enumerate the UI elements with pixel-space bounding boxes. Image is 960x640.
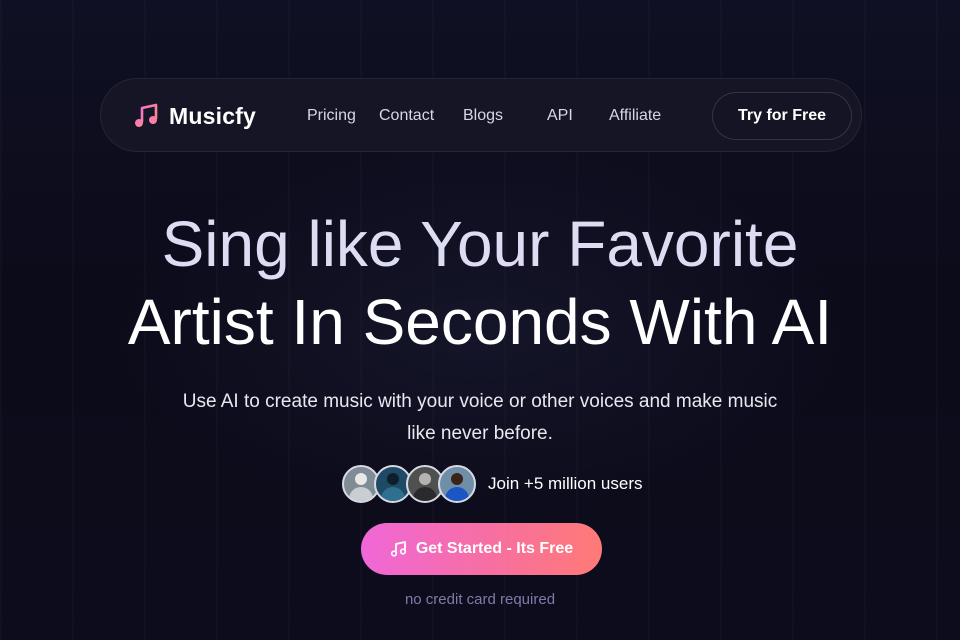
nav-link-contact[interactable]: Contact xyxy=(379,107,434,125)
nav-link-affiliate[interactable]: Affiliate xyxy=(609,107,661,125)
hero-subtitle: Use AI to create music with your voice o… xyxy=(182,391,778,444)
hero-title-line-2: Artist In Seconds With AI xyxy=(127,286,833,358)
music-note-icon xyxy=(390,541,406,557)
nav-link-blogs[interactable]: Blogs xyxy=(463,107,503,125)
brand-name: Musicfy xyxy=(169,102,257,129)
no-credit-card-note: no credit card required xyxy=(404,591,556,608)
avatar-group xyxy=(342,465,476,503)
music-note-icon xyxy=(135,103,158,127)
get-started-label: Get Started - Its Free xyxy=(415,540,574,557)
avatar xyxy=(438,465,476,503)
top-navbar: Musicfy Pricing Contact Blogs API Affili… xyxy=(100,78,862,152)
try-for-free-button[interactable]: Try for Free xyxy=(712,92,852,140)
nav-link-api[interactable]: API xyxy=(547,107,573,125)
social-proof: Join +5 million users xyxy=(342,464,643,504)
brand-logo[interactable]: Musicfy xyxy=(133,101,256,131)
nav-link-pricing[interactable]: Pricing xyxy=(307,107,356,125)
hero-title-line-1: Sing like Your Favorite xyxy=(161,208,799,280)
hero-title: Sing like Your Favorite Artist In Second… xyxy=(0,205,960,361)
social-proof-text: Join +5 million users xyxy=(488,474,643,493)
get-started-button[interactable]: Get Started - Its Free xyxy=(361,523,602,575)
